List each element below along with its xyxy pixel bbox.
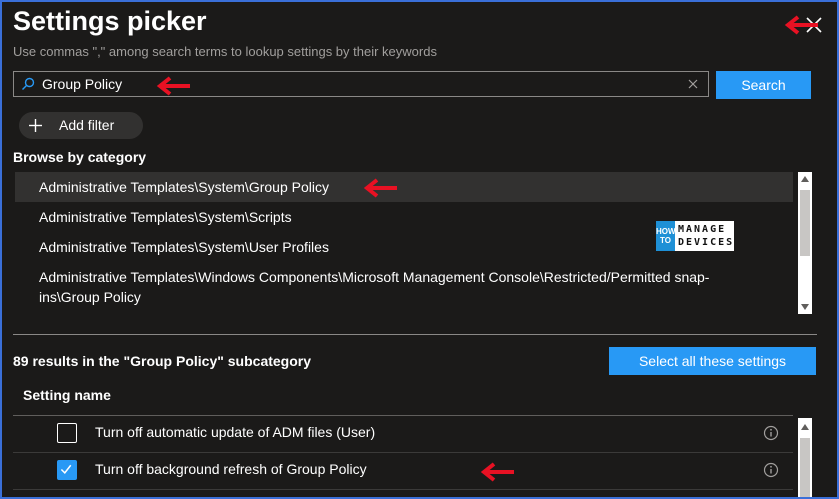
scroll-down-icon[interactable]: [801, 304, 809, 310]
scroll-thumb[interactable]: [800, 190, 810, 256]
setting-checkbox-checked[interactable]: [57, 460, 77, 480]
watermark-logo: HOW TO MANAGE DEVICES: [656, 221, 734, 251]
settings-picker-panel: Settings picker Use commas "," among sea…: [0, 0, 839, 499]
category-item-group-policy[interactable]: Administrative Templates\System\Group Po…: [15, 172, 793, 202]
watermark-how-to: HOW TO: [656, 221, 676, 251]
scroll-up-icon[interactable]: [801, 424, 809, 430]
scroll-thumb[interactable]: [800, 438, 810, 497]
category-item-label: Administrative Templates\System\Scripts: [39, 209, 292, 225]
setting-checkbox[interactable]: [57, 423, 77, 443]
setting-name: Turn off background refresh of Group Pol…: [95, 461, 367, 477]
category-item-label: Administrative Templates\Windows Compone…: [39, 269, 710, 305]
browse-category-heading: Browse by category: [13, 149, 147, 165]
page-title: Settings picker: [13, 6, 207, 36]
info-icon[interactable]: [763, 462, 779, 478]
settings-scrollbar[interactable]: [798, 418, 812, 497]
plus-icon: [29, 119, 42, 132]
annotation-arrow: [363, 178, 397, 198]
category-item-label: Administrative Templates\System\User Pro…: [39, 239, 329, 255]
select-all-button[interactable]: Select all these settings: [609, 347, 816, 375]
category-scrollbar[interactable]: [798, 172, 812, 314]
setting-name: Turn off automatic update of ADM files (…: [95, 424, 376, 440]
clear-icon[interactable]: [688, 79, 698, 89]
category-item-mmc-group-policy[interactable]: Administrative Templates\Windows Compone…: [15, 262, 793, 312]
setting-row[interactable]: Turn off automatic update of ADM files (…: [13, 416, 793, 453]
search-button[interactable]: Search: [716, 71, 811, 99]
search-input[interactable]: Group Policy: [13, 71, 709, 97]
checkmark-icon: [60, 464, 72, 475]
category-item-label: Administrative Templates\System\Group Po…: [39, 179, 329, 195]
annotation-arrow: [480, 462, 514, 482]
search-value: Group Policy: [42, 76, 123, 92]
add-filter-button[interactable]: Add filter: [19, 112, 143, 139]
watermark-text: MANAGE DEVICES: [678, 224, 735, 248]
add-filter-label: Add filter: [59, 117, 115, 133]
annotation-arrow: [156, 76, 190, 96]
setting-row[interactable]: Turn off background refresh of Group Pol…: [13, 453, 793, 490]
results-summary: 89 results in the "Group Policy" subcate…: [13, 353, 312, 369]
setting-name-column-header: Setting name: [23, 387, 111, 403]
section-divider: [13, 334, 817, 335]
info-icon[interactable]: [763, 425, 779, 441]
search-icon: [22, 77, 35, 90]
page-subtitle: Use commas "," among search terms to loo…: [13, 44, 437, 59]
scroll-up-icon[interactable]: [801, 176, 809, 182]
annotation-arrow: [784, 15, 818, 35]
